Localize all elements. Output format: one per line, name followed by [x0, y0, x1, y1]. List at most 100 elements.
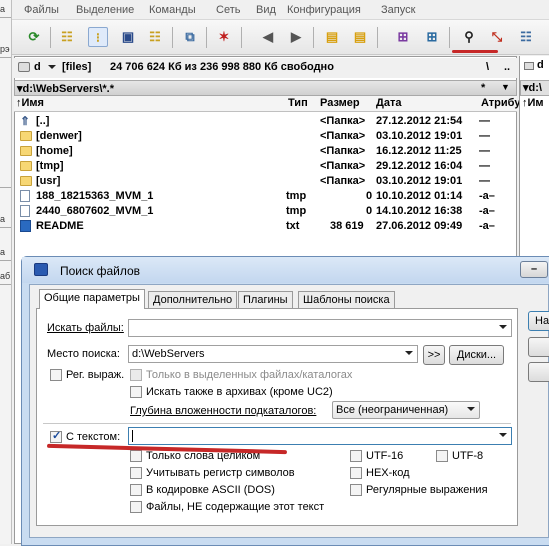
col-date[interactable]: Дата	[376, 97, 401, 109]
forward-arrow-icon[interactable]: ▶	[286, 27, 306, 47]
file-ext: tmp	[286, 190, 307, 202]
utf16-checkbox[interactable]	[350, 450, 362, 462]
toolbar-separator	[206, 27, 207, 48]
browse-button[interactable]: >>	[423, 345, 445, 365]
chevron-down-icon[interactable]	[499, 433, 507, 437]
folder-icon	[20, 146, 32, 156]
chevron-down-icon[interactable]	[467, 407, 475, 411]
ftp-connect-icon[interactable]: ⊞	[393, 27, 413, 47]
annotation-underline-search	[452, 50, 498, 53]
col-name[interactable]: ↑Имя	[16, 97, 44, 109]
with-text-label: С текстом:	[66, 431, 121, 443]
file-size: 0	[366, 190, 373, 202]
file-row[interactable]: 2440_6807602_MVM_1 tmp 0 14.10.2012 16:3…	[14, 204, 517, 219]
regex-text-checkbox[interactable]	[350, 484, 362, 496]
case-sensitive-label: Учитывать регистр символов	[146, 467, 295, 479]
file-attr: —	[479, 160, 490, 172]
file-name: [home]	[36, 145, 73, 157]
multi-rename-icon[interactable]: ⤡	[487, 27, 507, 47]
folder-icon	[20, 176, 32, 186]
file-row[interactable]: [tmp] <Папка> 29.12.2012 16:04 —	[14, 159, 517, 174]
menu-files[interactable]: Файлы	[24, 4, 59, 16]
file-name: [denwer]	[36, 130, 82, 142]
tab-advanced[interactable]: Дополнительно	[148, 291, 238, 309]
unpack-archive-icon[interactable]: ▤	[350, 27, 370, 47]
regex-text-label: Регулярные выражения	[366, 484, 488, 496]
start-search-button[interactable]: На	[528, 311, 549, 331]
chevron-down-icon[interactable]	[405, 351, 413, 355]
toolbar-separator	[377, 27, 378, 48]
file-row[interactable]: 188_18215363_MVM_1 tmp 0 10.10.2012 01:1…	[14, 189, 517, 204]
depth-select[interactable]: Все (неограниченная)	[332, 401, 480, 419]
file-row[interactable]: README txt 38 619 27.06.2012 09:49 -a–	[14, 219, 517, 234]
drive-icon	[524, 62, 534, 70]
invert-selection-icon[interactable]: ⧉	[180, 27, 200, 47]
col-ext[interactable]: Тип	[288, 97, 308, 109]
path-bar[interactable]: ▾d:\WebServers\*.* * ▼	[14, 80, 517, 96]
drive-letter[interactable]: d	[34, 61, 41, 73]
only-selected-checkbox[interactable]	[130, 369, 142, 381]
file-row[interactable]: ⇑ [..] <Папка> 27.12.2012 21:54 —	[14, 114, 517, 129]
side-button-2[interactable]	[528, 337, 549, 357]
refresh-icon[interactable]: ⟳	[24, 27, 44, 47]
history-button[interactable]: *	[481, 82, 485, 94]
ascii-checkbox[interactable]	[130, 484, 142, 496]
col-size[interactable]: Размер	[320, 97, 360, 109]
side-button-3[interactable]	[528, 362, 549, 382]
file-attr: -a–	[479, 205, 495, 217]
minimize-button[interactable]: –	[520, 261, 548, 278]
background-window-strip: а рэ а а аб	[0, 0, 12, 544]
menu-configuration[interactable]: Конфигурация	[287, 4, 361, 16]
utf8-checkbox[interactable]	[436, 450, 448, 462]
menu-view[interactable]: Вид	[256, 4, 276, 16]
hex-checkbox[interactable]	[350, 467, 362, 479]
search-place-input[interactable]: d:\WebServers	[128, 345, 418, 363]
sync-dirs-icon[interactable]: ☷	[516, 27, 536, 47]
tab-plugins[interactable]: Плагины	[238, 291, 293, 309]
drives-button[interactable]: Диски...	[449, 345, 504, 365]
tab-general[interactable]: Общие параметры	[39, 289, 145, 309]
thumbnails-icon[interactable]: ▣	[118, 27, 138, 47]
menu-launch[interactable]: Запуск	[381, 4, 415, 16]
search-files-input[interactable]	[128, 319, 512, 337]
tree-view-icon[interactable]: ☷	[145, 27, 165, 47]
toolbar-separator	[241, 27, 242, 48]
menu-network[interactable]: Сеть	[216, 4, 240, 16]
chevron-down-icon[interactable]	[499, 325, 507, 329]
file-row[interactable]: [denwer] <Папка> 03.10.2012 19:01 —	[14, 129, 517, 144]
case-sensitive-checkbox[interactable]	[130, 467, 142, 479]
search-archives-checkbox[interactable]	[130, 386, 142, 398]
with-text-checkbox[interactable]	[50, 429, 62, 443]
root-dir-button[interactable]: \	[486, 61, 489, 73]
pack-icon[interactable]: ▤	[322, 27, 342, 47]
with-text-input[interactable]	[128, 427, 512, 445]
whole-words-checkbox[interactable]	[130, 450, 142, 462]
unpack-icon[interactable]: ✶	[214, 27, 234, 47]
binoculars-search-icon[interactable]: ⚲	[459, 27, 479, 47]
dialog-titlebar[interactable]: Поиск файлов –	[22, 257, 549, 283]
menu-commands[interactable]: Команды	[149, 4, 196, 16]
strip-tab: а	[0, 243, 11, 261]
file-ext: txt	[286, 220, 300, 232]
right-drive-letter[interactable]: d	[537, 59, 544, 71]
file-row[interactable]: [usr] <Папка> 03.10.2012 19:01 —	[14, 174, 517, 189]
up-dir-button[interactable]: ..	[504, 61, 510, 73]
url-connect-icon[interactable]: ⊞	[422, 27, 442, 47]
file-row[interactable]: [home] <Папка> 16.12.2012 11:25 —	[14, 144, 517, 159]
back-arrow-icon[interactable]: ◀	[258, 27, 278, 47]
drive-dropdown-icon[interactable]	[48, 65, 56, 69]
right-col-name[interactable]: ↑Им	[522, 97, 544, 109]
brief-view-icon[interactable]: ☷	[57, 27, 77, 47]
file-date: 29.12.2012 16:04	[376, 160, 463, 172]
not-containing-checkbox[interactable]	[130, 501, 142, 513]
regex-label: Рег. выраж.	[66, 369, 125, 381]
search-place-label: Место поиска:	[47, 348, 120, 360]
tab-search-templates[interactable]: Шаблоны поиска	[298, 291, 395, 309]
menu-selection[interactable]: Выделение	[76, 4, 134, 16]
hotlist-button[interactable]: ▼	[501, 82, 510, 92]
right-path[interactable]: ▾d:\	[520, 80, 549, 96]
col-attr[interactable]: Атрибу	[481, 97, 520, 109]
full-view-icon[interactable]: ⁝	[88, 27, 108, 47]
regex-checkbox[interactable]	[50, 369, 62, 381]
file-date: 10.10.2012 01:14	[376, 190, 463, 202]
